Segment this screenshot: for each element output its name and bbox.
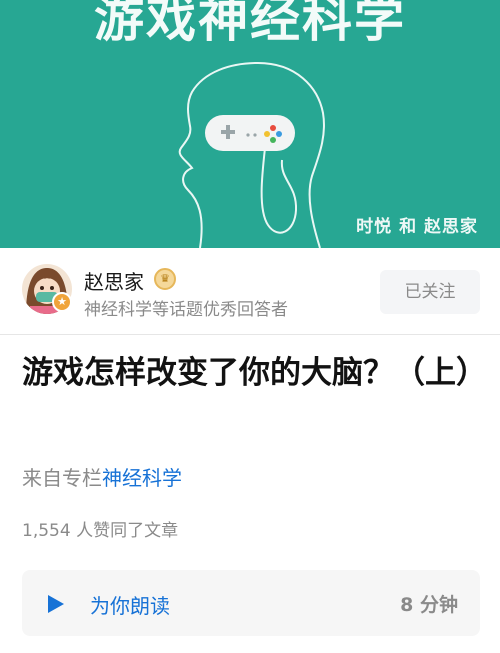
author-description: 神经科学等话题优秀回答者 [84, 300, 288, 320]
author-bar: ★ 赵思家 ♛ 神经科学等话题优秀回答者 已关注 [0, 248, 500, 335]
crown-icon: ♛ [154, 268, 176, 290]
article-title: 游戏怎样改变了你的大脑？（上） [22, 355, 487, 391]
listen-duration: 8 分钟 [400, 594, 458, 616]
author-name[interactable]: 赵思家 [84, 266, 144, 295]
listen-bar[interactable]: 为你朗读 8 分钟 [22, 570, 480, 636]
head-gamepad-illustration [178, 61, 325, 248]
play-icon[interactable] [46, 594, 66, 614]
gamepad-icon [205, 115, 295, 151]
column-source: 来自专栏神经科学 [22, 462, 182, 491]
follow-button[interactable]: 已关注 [380, 270, 480, 314]
listen-label: 为你朗读 [90, 594, 170, 618]
column-link[interactable]: 神经科学 [102, 466, 182, 490]
cover-image: 游戏神经科学 时悦 和 赵思家 [0, 0, 500, 248]
cover-credit: 时悦 和 赵思家 [356, 217, 478, 237]
star-icon: ★ [52, 292, 72, 312]
vote-count: 1,554 人赞同了文章 [22, 521, 179, 541]
column-prefix: 来自专栏 [22, 466, 102, 490]
